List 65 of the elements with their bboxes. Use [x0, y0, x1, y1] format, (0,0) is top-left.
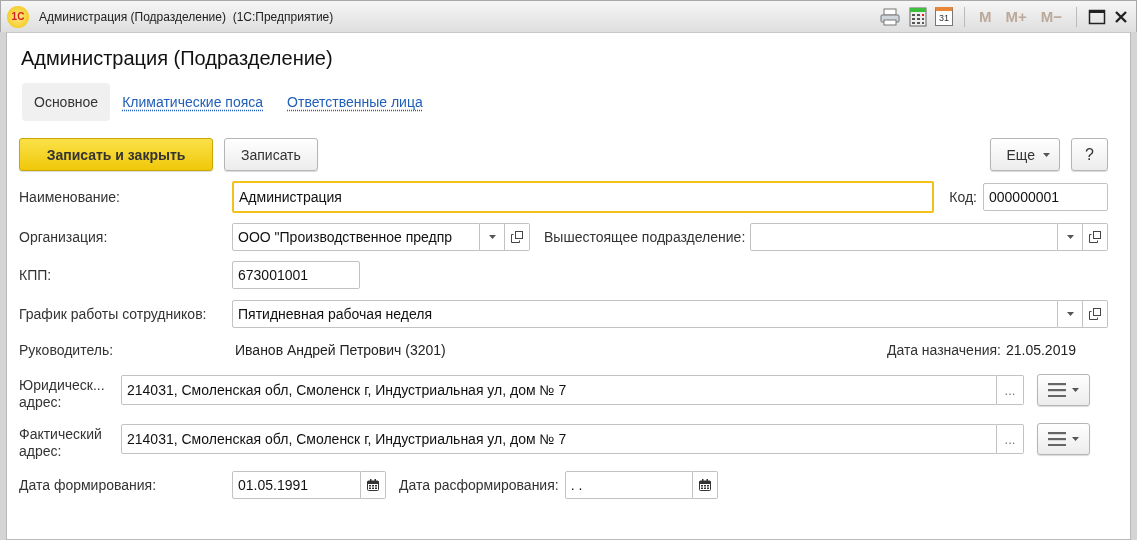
field-label: Руководитель:	[19, 342, 115, 358]
close-button[interactable]	[1114, 9, 1128, 24]
calendar-icon	[698, 479, 711, 491]
calendar-icon	[367, 479, 379, 491]
field-label: График работы сотрудников:	[19, 306, 208, 322]
code-field[interactable]: 000000001	[983, 183, 1108, 211]
menu-button[interactable]	[1037, 423, 1090, 455]
field-label: Код:	[949, 189, 977, 205]
calculator-icon	[908, 6, 927, 27]
field-label: КПП:	[19, 267, 53, 283]
address-field[interactable]: 214031, Смоленская обл, Смоленск г, Индустриальная ул, дом № 7	[121, 375, 997, 405]
text-field[interactable]: ООО "Производственное предпр	[232, 223, 480, 251]
caret-icon	[1043, 152, 1050, 157]
caret-icon	[1066, 312, 1074, 316]
tab[interactable]: Климатические пояса	[110, 83, 276, 121]
text-field[interactable]: Пятидневная рабочая неделя	[232, 300, 1058, 328]
caret-icon	[1072, 388, 1079, 392]
select-button[interactable]: ...	[997, 424, 1024, 454]
more-button[interactable]: Еще	[989, 138, 1060, 171]
printer-icon	[878, 6, 901, 27]
caret-icon	[488, 235, 496, 239]
print-button[interactable]	[878, 6, 901, 27]
save-and-close-button[interactable]: Записать и закрыть	[19, 138, 213, 171]
help-button[interactable]: ?	[1071, 138, 1108, 171]
field-label: Дата назначения:	[886, 342, 1001, 358]
field-label: Наименование:	[19, 189, 121, 205]
maximize-icon	[1088, 8, 1106, 25]
window-title: Администрация (Подразделение) (1С:Предприятие)	[39, 9, 335, 24]
calendar-button[interactable]: 31	[934, 7, 953, 26]
field-label: Фактический адрес:	[19, 426, 103, 460]
calendar-button[interactable]	[361, 471, 386, 499]
app-logo: 1С	[7, 5, 29, 28]
field-label: Организация:	[19, 229, 109, 245]
window-icon	[1089, 231, 1101, 243]
select-button[interactable]: ...	[997, 375, 1024, 405]
field-label: Вышестоящее подразделение:	[544, 229, 746, 245]
tab[interactable]: Ответственные лица	[275, 83, 435, 121]
menu-icon	[1048, 432, 1066, 446]
text-field[interactable]	[750, 223, 1058, 251]
form-title: Администрация (Подразделение)	[21, 46, 334, 71]
open-button[interactable]	[1083, 223, 1108, 251]
text-field[interactable]: 01.05.1991	[232, 471, 361, 499]
close-icon	[1114, 9, 1128, 24]
maximize-button[interactable]	[1088, 8, 1106, 25]
menu-icon	[1048, 383, 1066, 397]
text-field[interactable]: . .	[564, 471, 693, 499]
menu-button[interactable]	[1037, 374, 1090, 406]
caret-icon	[1066, 235, 1074, 239]
manager-name: Иванов Андрей Петрович (3201)	[235, 342, 446, 358]
field-label: Юридическ... адрес:	[19, 377, 106, 411]
address-field[interactable]: 214031, Смоленская обл, Смоленск г, Индустриальная ул, дом № 7	[121, 424, 997, 454]
field-label: Дата формирования:	[19, 477, 158, 493]
window-icon	[511, 231, 523, 243]
window-icon	[1089, 308, 1101, 320]
calculator-button[interactable]	[908, 6, 927, 27]
open-button[interactable]	[1083, 300, 1108, 328]
open-button[interactable]	[505, 223, 530, 251]
tab[interactable]: Основное	[22, 83, 111, 121]
calendar-button[interactable]	[692, 471, 718, 499]
appointment-date: 21.05.2019	[1005, 342, 1076, 358]
save-button[interactable]: Записать	[224, 138, 318, 171]
field-label: Дата расформирования:	[399, 477, 559, 493]
kpp-field[interactable]: 673001001	[232, 261, 360, 289]
name-field[interactable]: Администрация	[232, 181, 934, 213]
caret-icon	[1072, 437, 1079, 441]
